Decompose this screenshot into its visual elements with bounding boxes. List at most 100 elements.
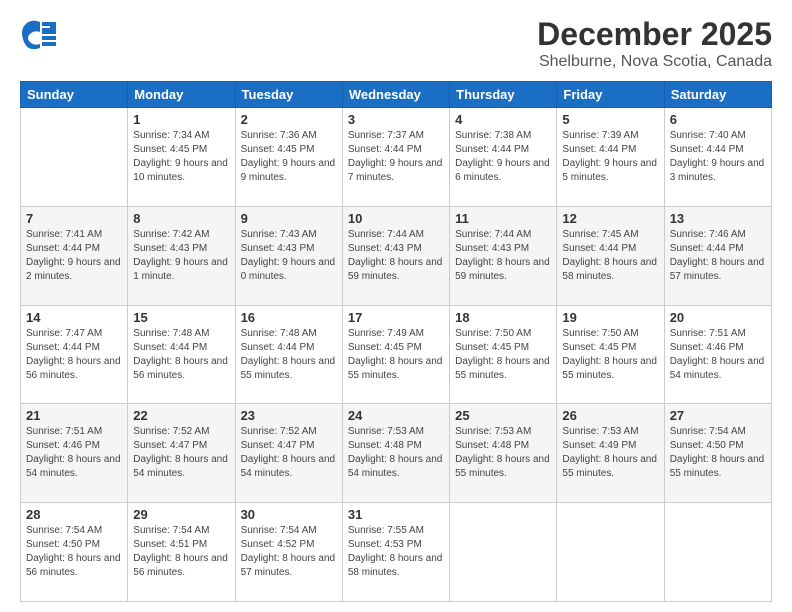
day-number: 21 [26, 408, 122, 423]
day-number: 5 [562, 112, 658, 127]
cell-sunrise: Sunrise: 7:55 AM [348, 525, 424, 536]
cell-daylight: Daylight: 9 hours and 5 minutes. [562, 158, 657, 183]
day-number: 7 [26, 211, 122, 226]
cell-sunrise: Sunrise: 7:49 AM [348, 328, 424, 339]
cell-sunrise: Sunrise: 7:40 AM [670, 130, 746, 141]
calendar-cell: 4 Sunrise: 7:38 AM Sunset: 4:44 PM Dayli… [450, 108, 557, 207]
cell-sunset: Sunset: 4:43 PM [133, 243, 207, 254]
day-number: 19 [562, 310, 658, 325]
calendar-cell: 17 Sunrise: 7:49 AM Sunset: 4:45 PM Dayl… [342, 305, 449, 404]
calendar-cell [21, 108, 128, 207]
cell-sunrise: Sunrise: 7:54 AM [670, 426, 746, 437]
cell-daylight: Daylight: 9 hours and 6 minutes. [455, 158, 550, 183]
cell-sunset: Sunset: 4:43 PM [455, 243, 529, 254]
cell-sunrise: Sunrise: 7:41 AM [26, 229, 102, 240]
calendar-cell: 11 Sunrise: 7:44 AM Sunset: 4:43 PM Dayl… [450, 206, 557, 305]
calendar-cell: 26 Sunrise: 7:53 AM Sunset: 4:49 PM Dayl… [557, 404, 664, 503]
cell-daylight: Daylight: 9 hours and 10 minutes. [133, 158, 228, 183]
cell-sunrise: Sunrise: 7:51 AM [26, 426, 102, 437]
cell-daylight: Daylight: 8 hours and 56 minutes. [26, 553, 121, 578]
day-number: 10 [348, 211, 444, 226]
subtitle: Shelburne, Nova Scotia, Canada [537, 53, 772, 71]
calendar-cell [557, 503, 664, 602]
cell-sunset: Sunset: 4:44 PM [670, 243, 744, 254]
cell-sunset: Sunset: 4:45 PM [241, 144, 315, 155]
calendar-cell: 3 Sunrise: 7:37 AM Sunset: 4:44 PM Dayli… [342, 108, 449, 207]
week-row-4: 21 Sunrise: 7:51 AM Sunset: 4:46 PM Dayl… [21, 404, 772, 503]
cell-sunset: Sunset: 4:48 PM [348, 440, 422, 451]
cell-sunset: Sunset: 4:45 PM [348, 342, 422, 353]
cell-sunset: Sunset: 4:45 PM [562, 342, 636, 353]
header-friday: Friday [557, 82, 664, 108]
cell-sunset: Sunset: 4:44 PM [348, 144, 422, 155]
cell-sunrise: Sunrise: 7:52 AM [241, 426, 317, 437]
day-number: 24 [348, 408, 444, 423]
day-number: 27 [670, 408, 766, 423]
cell-daylight: Daylight: 8 hours and 55 minutes. [348, 356, 443, 381]
calendar-cell: 15 Sunrise: 7:48 AM Sunset: 4:44 PM Dayl… [128, 305, 235, 404]
cell-sunset: Sunset: 4:45 PM [455, 342, 529, 353]
week-row-1: 1 Sunrise: 7:34 AM Sunset: 4:45 PM Dayli… [21, 108, 772, 207]
day-number: 26 [562, 408, 658, 423]
cell-sunset: Sunset: 4:49 PM [562, 440, 636, 451]
cell-sunrise: Sunrise: 7:54 AM [241, 525, 317, 536]
cell-sunset: Sunset: 4:44 PM [26, 342, 100, 353]
day-number: 23 [241, 408, 337, 423]
day-number: 6 [670, 112, 766, 127]
header-thursday: Thursday [450, 82, 557, 108]
header: December 2025 Shelburne, Nova Scotia, Ca… [20, 16, 772, 71]
cell-sunset: Sunset: 4:44 PM [241, 342, 315, 353]
cell-sunrise: Sunrise: 7:53 AM [562, 426, 638, 437]
page: December 2025 Shelburne, Nova Scotia, Ca… [0, 0, 792, 612]
day-number: 9 [241, 211, 337, 226]
cell-sunrise: Sunrise: 7:43 AM [241, 229, 317, 240]
cell-daylight: Daylight: 8 hours and 57 minutes. [670, 257, 765, 282]
calendar-cell: 20 Sunrise: 7:51 AM Sunset: 4:46 PM Dayl… [664, 305, 771, 404]
day-number: 12 [562, 211, 658, 226]
calendar-cell: 23 Sunrise: 7:52 AM Sunset: 4:47 PM Dayl… [235, 404, 342, 503]
cell-daylight: Daylight: 8 hours and 54 minutes. [241, 454, 336, 479]
cell-sunrise: Sunrise: 7:45 AM [562, 229, 638, 240]
calendar-cell: 10 Sunrise: 7:44 AM Sunset: 4:43 PM Dayl… [342, 206, 449, 305]
calendar-cell: 31 Sunrise: 7:55 AM Sunset: 4:53 PM Dayl… [342, 503, 449, 602]
day-number: 3 [348, 112, 444, 127]
cell-daylight: Daylight: 9 hours and 9 minutes. [241, 158, 336, 183]
cell-daylight: Daylight: 9 hours and 2 minutes. [26, 257, 121, 282]
calendar-cell [664, 503, 771, 602]
cell-daylight: Daylight: 8 hours and 55 minutes. [455, 356, 550, 381]
cell-sunset: Sunset: 4:46 PM [670, 342, 744, 353]
day-number: 13 [670, 211, 766, 226]
cell-sunrise: Sunrise: 7:42 AM [133, 229, 209, 240]
day-number: 16 [241, 310, 337, 325]
calendar-cell: 29 Sunrise: 7:54 AM Sunset: 4:51 PM Dayl… [128, 503, 235, 602]
cell-sunset: Sunset: 4:44 PM [562, 243, 636, 254]
week-row-3: 14 Sunrise: 7:47 AM Sunset: 4:44 PM Dayl… [21, 305, 772, 404]
calendar-cell: 7 Sunrise: 7:41 AM Sunset: 4:44 PM Dayli… [21, 206, 128, 305]
day-number: 22 [133, 408, 229, 423]
cell-daylight: Daylight: 8 hours and 54 minutes. [133, 454, 228, 479]
cell-sunset: Sunset: 4:43 PM [348, 243, 422, 254]
day-number: 2 [241, 112, 337, 127]
cell-sunset: Sunset: 4:52 PM [241, 539, 315, 550]
day-number: 14 [26, 310, 122, 325]
cell-daylight: Daylight: 8 hours and 56 minutes. [133, 356, 228, 381]
cell-sunset: Sunset: 4:44 PM [26, 243, 100, 254]
calendar-cell: 21 Sunrise: 7:51 AM Sunset: 4:46 PM Dayl… [21, 404, 128, 503]
cell-sunset: Sunset: 4:45 PM [133, 144, 207, 155]
cell-sunset: Sunset: 4:44 PM [455, 144, 529, 155]
day-number: 11 [455, 211, 551, 226]
cell-sunrise: Sunrise: 7:50 AM [562, 328, 638, 339]
cell-sunrise: Sunrise: 7:47 AM [26, 328, 102, 339]
cell-sunset: Sunset: 4:51 PM [133, 539, 207, 550]
cell-sunset: Sunset: 4:44 PM [670, 144, 744, 155]
calendar-cell [450, 503, 557, 602]
cell-daylight: Daylight: 8 hours and 57 minutes. [241, 553, 336, 578]
day-number: 4 [455, 112, 551, 127]
cell-sunrise: Sunrise: 7:48 AM [133, 328, 209, 339]
cell-daylight: Daylight: 8 hours and 55 minutes. [455, 454, 550, 479]
cell-daylight: Daylight: 8 hours and 55 minutes. [562, 454, 657, 479]
logo [20, 16, 56, 52]
cell-sunset: Sunset: 4:47 PM [241, 440, 315, 451]
cell-sunset: Sunset: 4:44 PM [133, 342, 207, 353]
calendar-cell: 18 Sunrise: 7:50 AM Sunset: 4:45 PM Dayl… [450, 305, 557, 404]
